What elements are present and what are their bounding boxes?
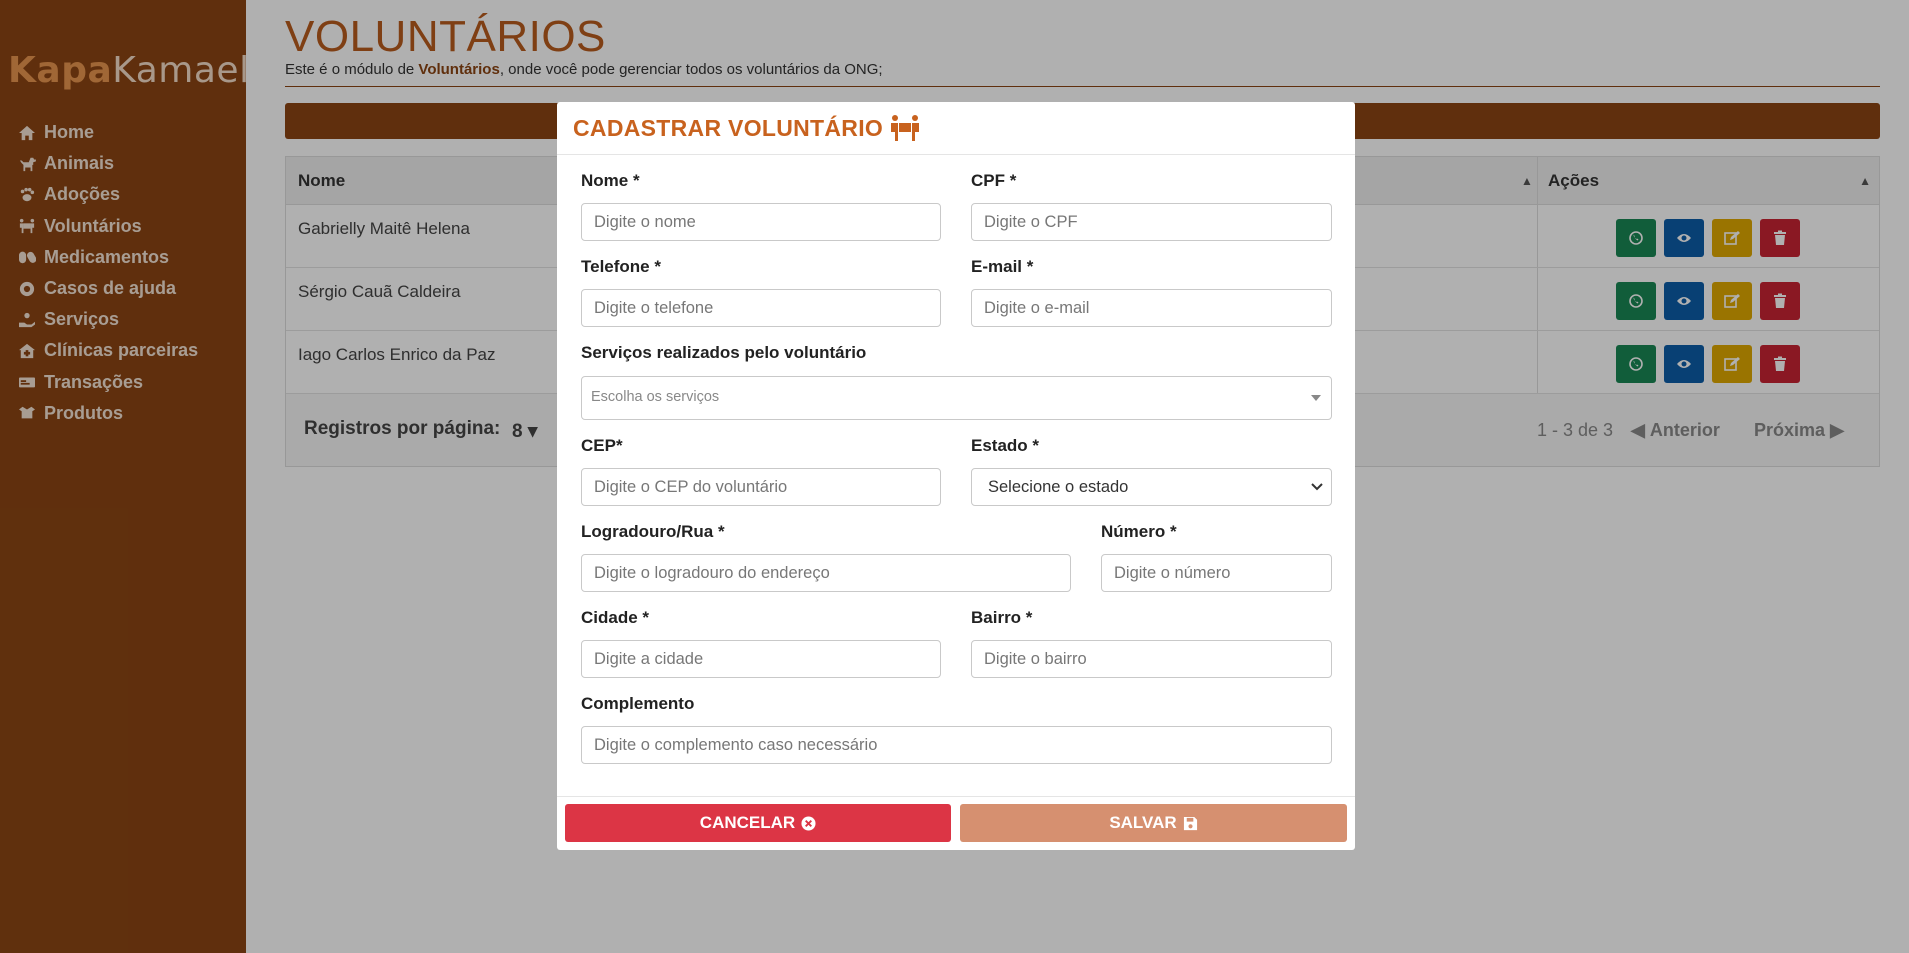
- complemento-input[interactable]: [581, 726, 1332, 764]
- caret-down-icon: [1311, 395, 1321, 401]
- nome-label: Nome *: [581, 171, 640, 190]
- nome-input[interactable]: [581, 203, 941, 241]
- servicos-placeholder: Escolha os serviços: [591, 389, 720, 405]
- estado-select[interactable]: Selecione o estado: [971, 468, 1332, 506]
- cidade-label: Cidade *: [581, 608, 650, 627]
- numero-input[interactable]: [1101, 554, 1332, 592]
- cep-label: CEP*: [581, 436, 623, 455]
- cpf-input[interactable]: [971, 203, 1332, 241]
- save-button[interactable]: SALVAR: [960, 804, 1347, 842]
- telefone-label: Telefone *: [581, 257, 661, 276]
- cep-input[interactable]: [581, 468, 941, 506]
- modal-header: CADASTRAR VOLUNTÁRIO: [557, 102, 1355, 155]
- cpf-label: CPF *: [971, 171, 1017, 190]
- cancel-button[interactable]: CANCELAR: [565, 804, 951, 842]
- complemento-label: Complemento: [581, 694, 695, 713]
- logradouro-input[interactable]: [581, 554, 1071, 592]
- bairro-label: Bairro *: [971, 608, 1033, 627]
- chevron-down-icon: [1311, 483, 1323, 491]
- numero-label: Número *: [1101, 522, 1177, 541]
- telefone-input[interactable]: [581, 289, 941, 327]
- email-label: E-mail *: [971, 257, 1034, 276]
- register-volunteer-modal: CADASTRAR VOLUNTÁRIO Nome * CPF * Telefo…: [557, 102, 1355, 850]
- bairro-input[interactable]: [971, 640, 1332, 678]
- modal-title-text: CADASTRAR VOLUNTÁRIO: [573, 114, 884, 141]
- floppy-disk-icon: [1183, 816, 1197, 830]
- servicos-label: Serviços realizados pelo voluntário: [581, 343, 867, 362]
- servicos-multiselect[interactable]: Escolha os serviços: [581, 376, 1332, 420]
- estado-selected-value: Selecione o estado: [988, 477, 1129, 496]
- email-input[interactable]: [971, 289, 1332, 327]
- save-label: SALVAR: [1109, 813, 1177, 832]
- people-carry-icon: [891, 115, 920, 141]
- cidade-input[interactable]: [581, 640, 941, 678]
- cancel-label: CANCELAR: [699, 813, 796, 832]
- logradouro-label: Logradouro/Rua *: [581, 522, 725, 541]
- estado-label: Estado *: [971, 436, 1040, 455]
- times-circle-icon: [801, 815, 816, 831]
- modal-title: CADASTRAR VOLUNTÁRIO: [573, 114, 921, 142]
